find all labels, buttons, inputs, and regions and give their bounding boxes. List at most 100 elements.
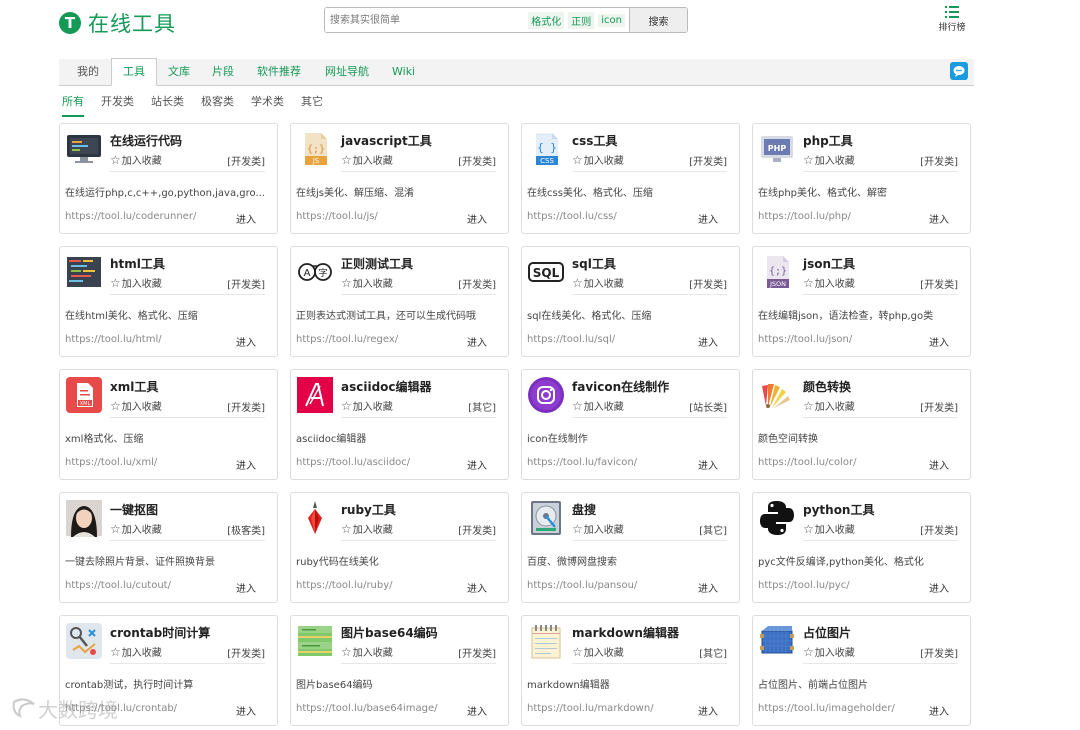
card-title[interactable]: python工具: [803, 501, 874, 518]
js-file-icon[interactable]: {;} JS: [296, 130, 334, 168]
tool-card[interactable]: SQL sql工具 ☆ 加入收藏 [开发类] sql在线美化、格式化、压缩 https://…: [521, 246, 740, 357]
subtab-geek[interactable]: 极客类: [201, 95, 234, 115]
card-url[interactable]: https://tool.lu/regex/: [296, 334, 398, 345]
enter-link[interactable]: 进入: [467, 211, 487, 226]
search-tag[interactable]: 正则: [568, 11, 595, 29]
image-stack-icon[interactable]: [296, 622, 334, 660]
enter-link[interactable]: 进入: [236, 334, 256, 349]
enter-link[interactable]: 进入: [929, 211, 949, 226]
favorite-button[interactable]: ☆ 加入收藏: [803, 398, 855, 414]
tool-card[interactable]: python工具 ☆ 加入收藏 [开发类] pyc文件反编译,python美化、格式化 h…: [752, 492, 971, 603]
tab-wiki[interactable]: Wiki: [392, 59, 415, 84]
tool-card[interactable]: {;} JSON json工具 ☆ 加入收藏 [开发类] 在线编辑json，语法检查，转ph…: [752, 246, 971, 357]
card-url[interactable]: https://tool.lu/asciidoc/: [296, 457, 410, 468]
enter-link[interactable]: 进入: [236, 211, 256, 226]
tab-tools[interactable]: 工具: [111, 58, 157, 86]
favorite-button[interactable]: ☆ 加入收藏: [110, 644, 162, 660]
tab-software[interactable]: 软件推荐: [257, 59, 301, 84]
tab-mine[interactable]: 我的: [77, 59, 99, 84]
card-url[interactable]: https://tool.lu/coderunner/: [65, 211, 196, 222]
tool-card[interactable]: 一键抠图 ☆ 加入收藏 [极客类] 一键去除照片背景、证件照换背景 https://too…: [59, 492, 278, 603]
subtab-all[interactable]: 所有: [62, 95, 84, 117]
favorite-button[interactable]: ☆ 加入收藏: [341, 398, 393, 414]
favorite-button[interactable]: ☆ 加入收藏: [803, 521, 855, 537]
tool-card[interactable]: ruby工具 ☆ 加入收藏 [开发类] ruby代码在线美化 https://tool.l…: [290, 492, 509, 603]
chat-icon[interactable]: [950, 62, 968, 80]
enter-link[interactable]: 进入: [698, 334, 718, 349]
card-title[interactable]: sql工具: [572, 255, 616, 272]
favorite-button[interactable]: ☆ 加入收藏: [803, 644, 855, 660]
card-title[interactable]: ruby工具: [341, 501, 396, 518]
monitor-code-icon[interactable]: [65, 130, 103, 168]
enter-link[interactable]: 进入: [929, 334, 949, 349]
favorite-button[interactable]: ☆ 加入收藏: [572, 644, 624, 660]
subtab-other[interactable]: 其它: [301, 95, 323, 115]
search-tag[interactable]: icon: [598, 13, 625, 27]
tool-card[interactable]: 颜色转换 ☆ 加入收藏 [开发类] 颜色空间转换 https://tool.lu/colo…: [752, 369, 971, 480]
card-title[interactable]: html工具: [110, 255, 165, 272]
enter-link[interactable]: 进入: [236, 580, 256, 595]
notepad-icon[interactable]: [527, 622, 565, 660]
card-title[interactable]: 图片base64编码: [341, 624, 438, 641]
enter-link[interactable]: 进入: [698, 211, 718, 226]
enter-link[interactable]: 进入: [698, 580, 718, 595]
card-url[interactable]: https://tool.lu/xml/: [65, 457, 157, 468]
tool-card[interactable]: PHP php工具 ☆ 加入收藏 [开发类] 在线php美化、格式化、解密 https://…: [752, 123, 971, 234]
card-url[interactable]: https://tool.lu/js/: [296, 211, 378, 222]
subtab-webmaster[interactable]: 站长类: [151, 95, 184, 115]
enter-link[interactable]: 进入: [929, 703, 949, 718]
tool-card[interactable]: XML xml工具 ☆ 加入收藏 [开发类] xml格式化、压缩 https://tool.…: [59, 369, 278, 480]
sql-icon[interactable]: SQL: [527, 253, 565, 291]
favorite-button[interactable]: ☆ 加入收藏: [572, 398, 624, 414]
card-url[interactable]: https://tool.lu/html/: [65, 334, 162, 345]
card-title[interactable]: 占位图片: [803, 624, 851, 641]
search-tag[interactable]: 格式化: [528, 11, 565, 29]
card-url[interactable]: https://tool.lu/base64image/: [296, 703, 438, 714]
instagram-icon[interactable]: [527, 376, 565, 414]
card-title[interactable]: crontab时间计算: [110, 624, 210, 641]
card-title[interactable]: xml工具: [110, 378, 158, 395]
css-file-icon[interactable]: { } CSS: [527, 130, 565, 168]
rank-button[interactable]: 排行榜: [934, 6, 970, 33]
tab-snippets[interactable]: 片段: [212, 59, 234, 84]
subtab-academic[interactable]: 学术类: [251, 95, 284, 115]
card-url[interactable]: https://tool.lu/php/: [758, 211, 851, 222]
card-url[interactable]: https://tool.lu/cutout/: [65, 580, 171, 591]
card-title[interactable]: php工具: [803, 132, 853, 149]
card-url[interactable]: https://tool.lu/markdown/: [527, 703, 654, 714]
tool-card[interactable]: 盘搜 ☆ 加入收藏 [其它] 百度、微博网盘搜索 https://tool.lu/pans…: [521, 492, 740, 603]
favorite-button[interactable]: ☆ 加入收藏: [341, 521, 393, 537]
favorite-button[interactable]: ☆ 加入收藏: [341, 275, 393, 291]
enter-link[interactable]: 进入: [929, 457, 949, 472]
search-button[interactable]: 搜索: [629, 8, 687, 32]
favorite-button[interactable]: ☆ 加入收藏: [803, 152, 855, 168]
php-monitor-icon[interactable]: PHP: [758, 130, 796, 168]
card-url[interactable]: https://tool.lu/pyc/: [758, 580, 850, 591]
favorite-button[interactable]: ☆ 加入收藏: [110, 521, 162, 537]
card-title[interactable]: json工具: [803, 255, 855, 272]
tool-card[interactable]: {;} JS javascript工具 ☆ 加入收藏 [开发类] 在线js美化、解压缩、混淆…: [290, 123, 509, 234]
enter-link[interactable]: 进入: [467, 580, 487, 595]
xml-file-icon[interactable]: XML: [65, 376, 103, 414]
hard-disk-icon[interactable]: [527, 499, 565, 537]
crontab-tools-icon[interactable]: [65, 622, 103, 660]
card-title[interactable]: markdown编辑器: [572, 624, 679, 641]
regex-icon[interactable]: A字: [296, 253, 334, 291]
html-code-icon[interactable]: [65, 253, 103, 291]
python-logo-icon[interactable]: [758, 499, 796, 537]
favorite-button[interactable]: ☆ 加入收藏: [110, 152, 162, 168]
favorite-button[interactable]: ☆ 加入收藏: [572, 521, 624, 537]
favorite-button[interactable]: ☆ 加入收藏: [803, 275, 855, 291]
site-logo[interactable]: T 在线工具: [59, 8, 176, 38]
card-url[interactable]: https://tool.lu/color/: [758, 457, 856, 468]
tool-card[interactable]: favicon在线制作 ☆ 加入收藏 [站长类] icon在线制作 https://too…: [521, 369, 740, 480]
card-title[interactable]: 颜色转换: [803, 378, 851, 395]
asciidoc-icon[interactable]: [296, 376, 334, 414]
card-title[interactable]: asciidoc编辑器: [341, 378, 432, 395]
json-file-icon[interactable]: {;} JSON: [758, 253, 796, 291]
favorite-button[interactable]: ☆ 加入收藏: [110, 275, 162, 291]
ruby-gem-icon[interactable]: [296, 499, 334, 537]
favorite-button[interactable]: ☆ 加入收藏: [572, 275, 624, 291]
enter-link[interactable]: 进入: [929, 580, 949, 595]
card-title[interactable]: 在线运行代码: [110, 132, 182, 149]
